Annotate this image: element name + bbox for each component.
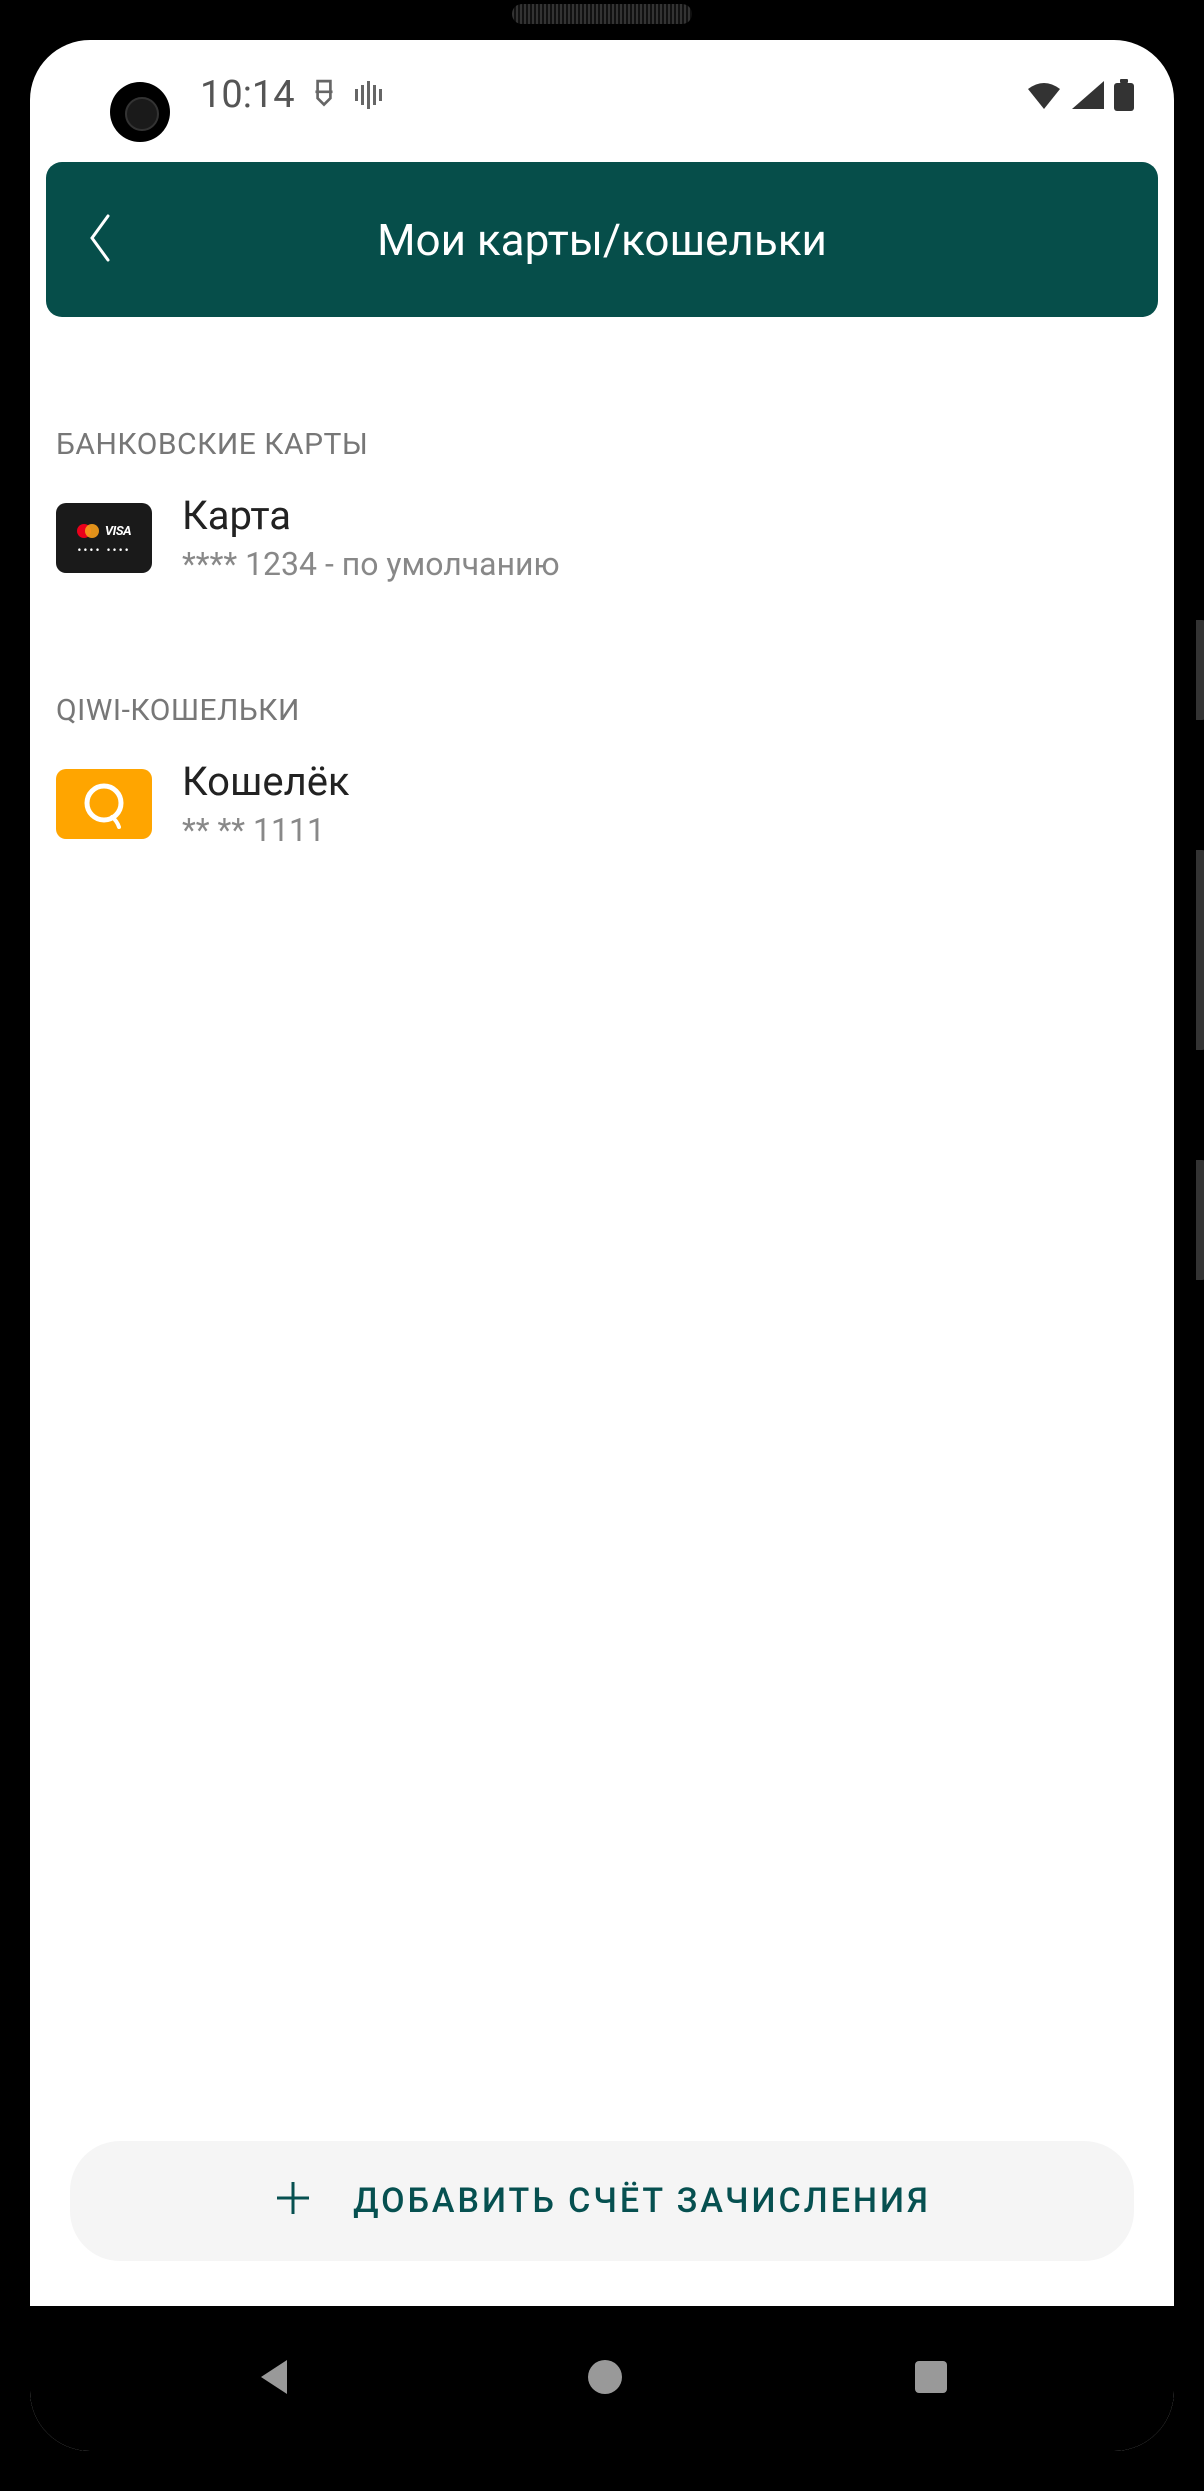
navigation-bar — [30, 2306, 1174, 2451]
nav-recent-button[interactable] — [913, 2359, 949, 2399]
page-title: Мои карты/кошельки — [46, 214, 1158, 266]
status-bar: 10:14 — [30, 40, 1174, 150]
card-item-subtitle: **** 1234 - по умолчанию — [182, 545, 560, 583]
status-time: 10:14 — [200, 73, 295, 117]
visa-card-icon: VISA •••• •••• — [56, 503, 152, 573]
battery-icon — [1114, 79, 1134, 111]
add-account-button[interactable]: ДОБАВИТЬ СЧЁТ ЗАЧИСЛЕНИЯ — [70, 2141, 1134, 2261]
plus-icon — [273, 2173, 313, 2230]
app-content: Мои карты/кошельки БАНКОВСКИЕ КАРТЫ VISA… — [30, 150, 1174, 2306]
add-account-label: ДОБАВИТЬ СЧЁТ ЗАЧИСЛЕНИЯ — [353, 2181, 931, 2221]
visa-logo: VISA — [105, 524, 131, 539]
card-item-text: Карта **** 1234 - по умолчанию — [182, 492, 560, 583]
status-right — [1026, 79, 1134, 111]
card-item[interactable]: VISA •••• •••• Карта **** 1234 - по умол… — [46, 462, 1158, 593]
spacer — [46, 859, 1158, 2141]
vibrate-icon — [353, 81, 385, 109]
card-item-title: Карта — [182, 492, 560, 539]
wifi-icon — [1026, 81, 1062, 109]
app-header: Мои карты/кошельки — [46, 162, 1158, 317]
wallet-item-subtitle: ** ** 1111 — [182, 811, 350, 849]
wallet-item-title: Кошелёк — [182, 758, 350, 805]
signal-icon — [1072, 81, 1104, 109]
device-speaker — [512, 4, 692, 24]
device-side-button — [1196, 1160, 1204, 1280]
qiwi-icon — [56, 769, 152, 839]
section-header-qiwi: QIWI-КОШЕЛЬКИ — [46, 693, 1158, 728]
nav-home-button[interactable] — [586, 2358, 624, 2400]
card-dots: •••• •••• — [77, 543, 130, 557]
app-status-icon — [311, 79, 337, 111]
wallet-item[interactable]: Кошелёк ** ** 1111 — [46, 728, 1158, 859]
device-side-button — [1196, 620, 1204, 720]
section-header-bank-cards: БАНКОВСКИЕ КАРТЫ — [46, 427, 1158, 462]
device-frame: 10:14 — [0, 0, 1204, 2491]
status-left: 10:14 — [200, 73, 385, 117]
screen: 10:14 — [30, 40, 1174, 2451]
camera-hole — [110, 82, 170, 142]
back-button[interactable] — [86, 212, 116, 268]
nav-back-button[interactable] — [255, 2356, 297, 2402]
wallet-item-text: Кошелёк ** ** 1111 — [182, 758, 350, 849]
mastercard-icon — [77, 524, 99, 539]
device-side-button — [1196, 850, 1204, 1050]
